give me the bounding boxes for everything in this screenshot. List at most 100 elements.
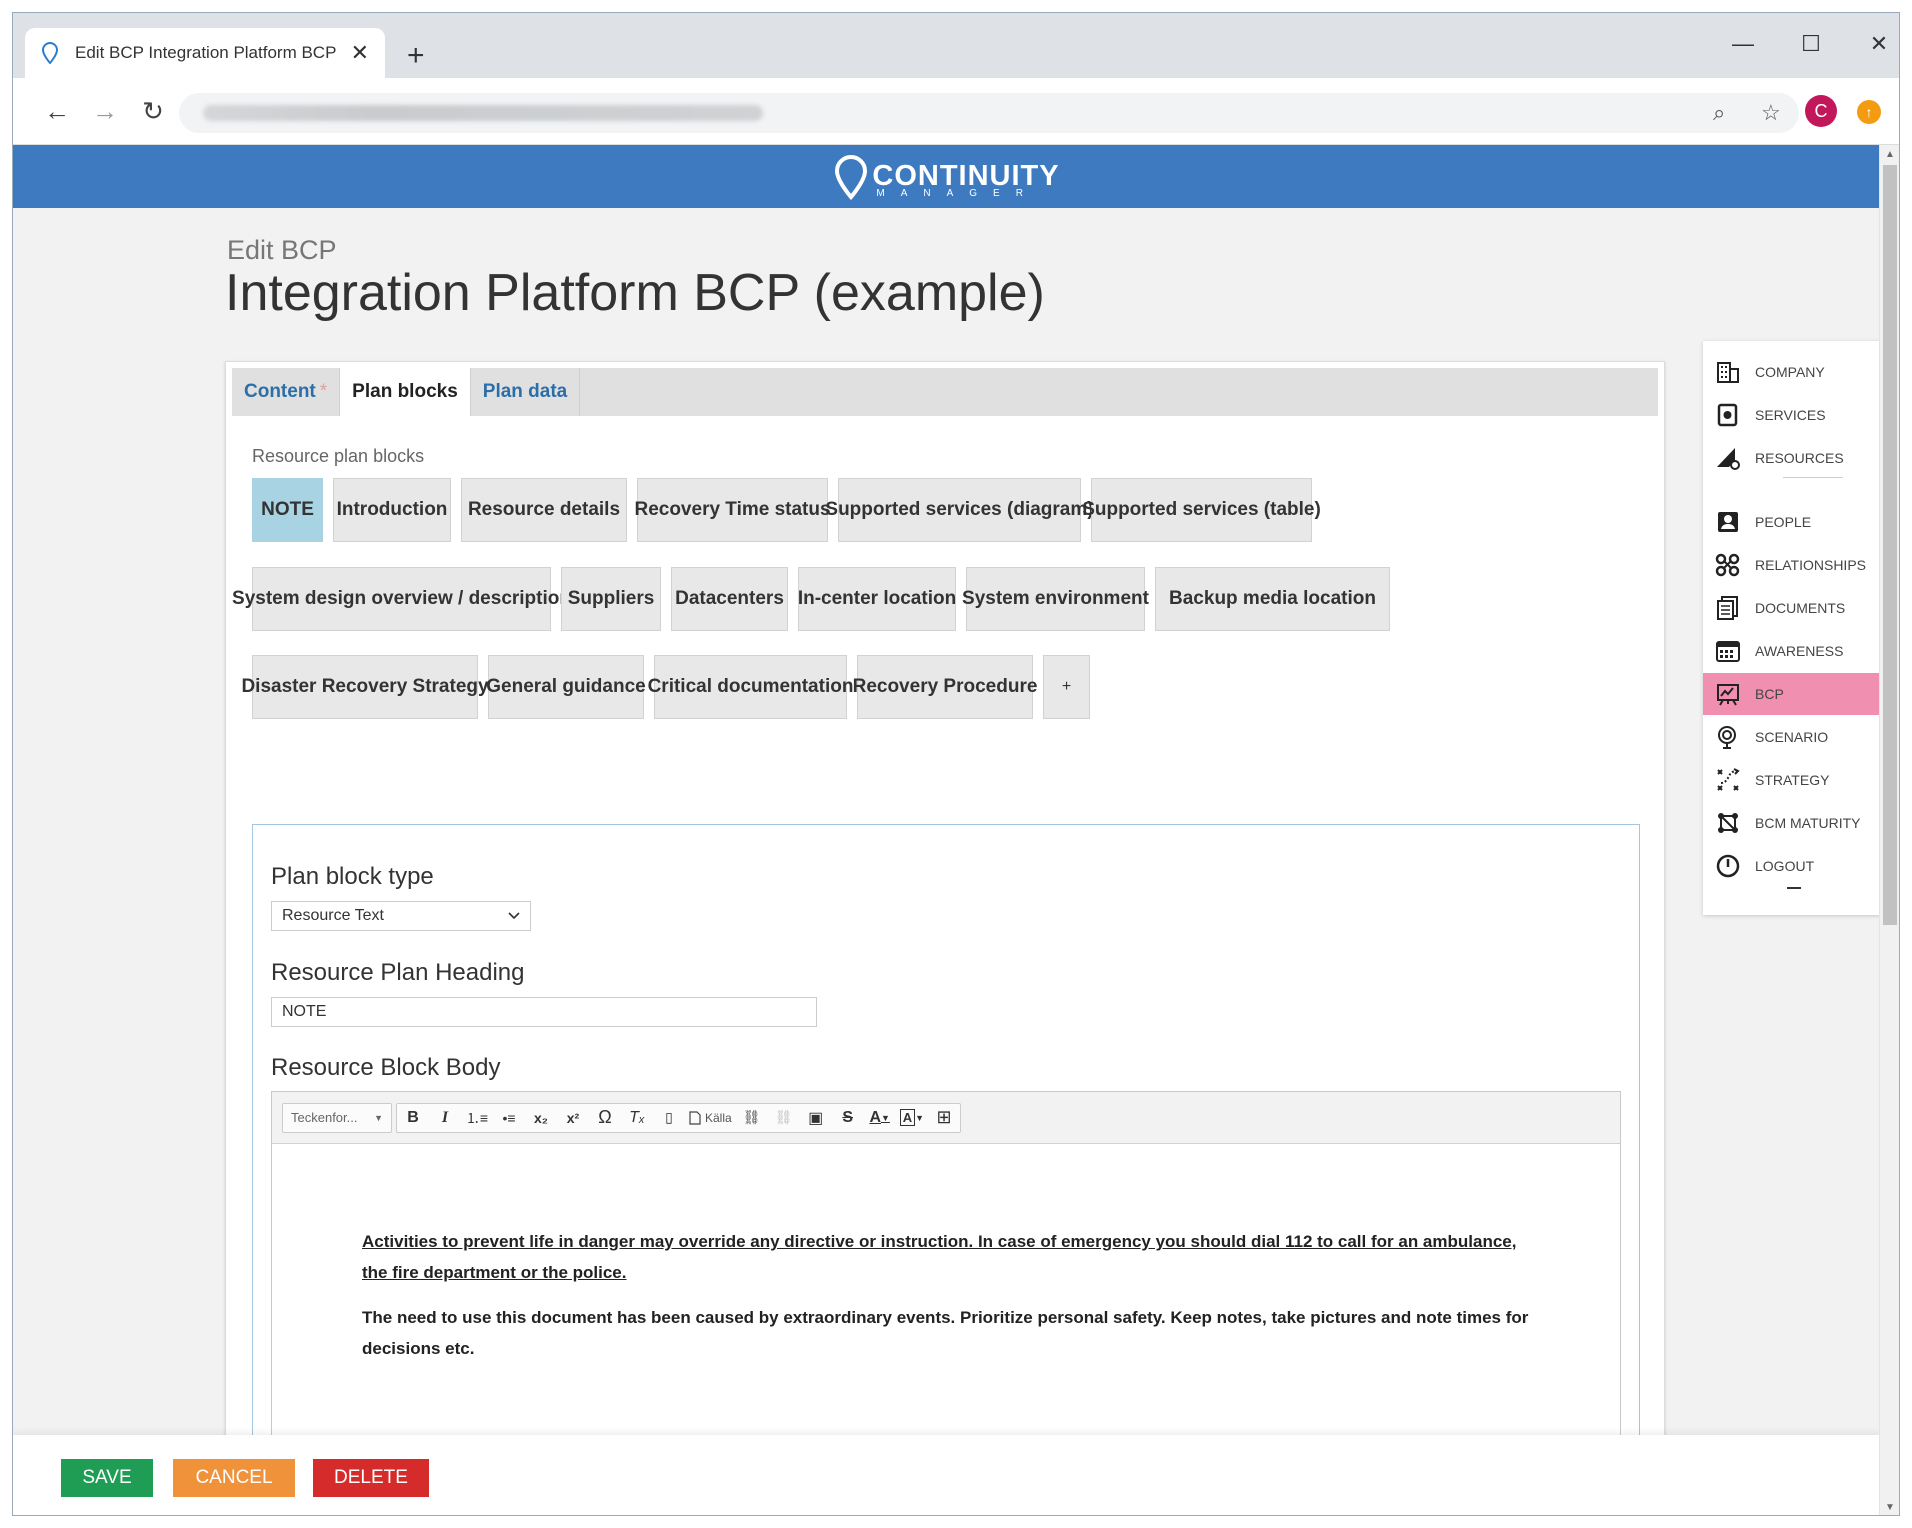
sidebar-item-logout[interactable]: LOGOUT xyxy=(1703,845,1881,887)
bookmark-star-icon[interactable]: ☆ xyxy=(1761,100,1781,126)
sidebar-item-label: COMPANY xyxy=(1755,364,1825,380)
save-button[interactable]: SAVE xyxy=(61,1459,153,1497)
sidebar-item-label: PEOPLE xyxy=(1755,514,1812,530)
plan-block-button[interactable]: Disaster Recovery Strategy xyxy=(241,655,489,719)
paste-text-icon[interactable]: ▯ xyxy=(653,1104,685,1132)
sidebar-item-resources[interactable]: RESOURCES xyxy=(1703,437,1881,479)
superscript-icon[interactable]: x² xyxy=(557,1104,589,1132)
sidebar-item-label: SCENARIO xyxy=(1755,729,1829,745)
sidebar-item-label: BCP xyxy=(1755,686,1784,702)
resource-plan-heading-label: Resource Plan Heading xyxy=(271,959,525,986)
plan-block-button[interactable]: Recovery Time status xyxy=(634,478,831,542)
forward-icon[interactable]: → xyxy=(89,98,121,124)
plan-block-button[interactable]: Suppliers xyxy=(561,567,661,631)
address-bar[interactable] xyxy=(179,93,1799,133)
sidebar-item-awareness[interactable]: AWARENESS xyxy=(1703,630,1881,672)
page-subtitle: Edit BCP xyxy=(227,235,337,265)
sidebar-item-strategy[interactable]: STRATEGY xyxy=(1703,759,1881,801)
plan-block-button[interactable]: NOTE xyxy=(252,478,323,542)
tab-plan-data[interactable]: Plan data xyxy=(471,368,581,416)
resource-block-body-label: Resource Block Body xyxy=(271,1054,501,1081)
table-icon[interactable]: ⊞ xyxy=(928,1104,960,1132)
source-button[interactable]: Källa xyxy=(685,1104,736,1132)
tab-plan-blocks-label: Plan blocks xyxy=(352,381,458,402)
extension-icon[interactable]: ↑ xyxy=(1857,100,1881,124)
new-tab-icon[interactable]: + xyxy=(407,41,425,71)
plan-block-button[interactable]: Recovery Procedure xyxy=(853,655,1037,719)
browser-tab[interactable]: Edit BCP Integration Platform BCP ✕ xyxy=(25,28,385,78)
nav-divider xyxy=(1783,477,1843,478)
remove-format-icon[interactable]: Tₓ xyxy=(621,1104,653,1132)
plan-block-button[interactable]: In-center location xyxy=(798,567,956,631)
sidebar-item-relationships[interactable]: RELATIONSHIPS xyxy=(1703,544,1881,586)
maximize-icon[interactable]: ☐ xyxy=(1791,31,1831,57)
numbered-list-icon[interactable]: ⒈≡ xyxy=(461,1104,493,1132)
profile-avatar[interactable]: C xyxy=(1805,95,1837,127)
plan-block-button[interactable]: Introduction xyxy=(333,478,451,542)
plan-block-button[interactable]: Backup media location xyxy=(1155,567,1390,631)
special-character-icon[interactable]: Ω xyxy=(589,1104,621,1132)
sidebar-item-label: RELATIONSHIPS xyxy=(1755,557,1866,573)
plan-block-editor: Plan block type Resource Text Resource P… xyxy=(252,824,1640,1515)
resource-plan-heading-input[interactable]: NOTE xyxy=(271,997,817,1027)
page-scrollbar[interactable]: ▲ ▼ xyxy=(1879,145,1899,1515)
sidebar-item-people[interactable]: PEOPLE xyxy=(1703,501,1881,543)
body-paragraph-1: Activities to prevent life in danger may… xyxy=(362,1232,1517,1282)
unlink-icon[interactable]: ⛓ xyxy=(768,1104,800,1132)
sidebar-item-bcm-maturity[interactable]: BCM MATURITY xyxy=(1703,802,1881,844)
sidebar-item-label: SERVICES xyxy=(1755,407,1826,423)
text-color-icon[interactable]: A ▼ xyxy=(864,1104,896,1132)
plan-block-type-select[interactable]: Resource Text xyxy=(271,901,531,931)
collapse-nav-icon[interactable] xyxy=(1787,887,1801,889)
plan-block-button[interactable]: System environment xyxy=(962,567,1149,631)
delete-button[interactable]: DELETE xyxy=(313,1459,429,1497)
reload-icon[interactable]: ↻ xyxy=(137,98,169,124)
tab-plan-blocks[interactable]: Plan blocks xyxy=(340,368,471,416)
strikethrough-icon[interactable]: S xyxy=(832,1104,864,1132)
sidebar-item-scenario[interactable]: SCENARIO xyxy=(1703,716,1881,758)
editor-toolbar: Teckenfor... ▼ B I ⒈≡ •≡ x₂ x² Ω Tₓ ▯ Kä… xyxy=(272,1092,1620,1144)
add-plan-block-button[interactable]: + xyxy=(1043,655,1090,719)
bcp-icon xyxy=(1717,684,1739,706)
close-window-icon[interactable]: ✕ xyxy=(1859,31,1899,57)
maturity-icon xyxy=(1718,813,1738,833)
person-icon xyxy=(1718,512,1738,532)
minimize-icon[interactable]: — xyxy=(1723,31,1763,57)
scroll-down-icon[interactable]: ▼ xyxy=(1880,1502,1899,1513)
scroll-up-icon[interactable]: ▲ xyxy=(1880,149,1899,160)
content-tabs: Content * Plan blocks Plan data xyxy=(232,368,1658,416)
subscript-icon[interactable]: x₂ xyxy=(525,1104,557,1132)
plan-block-button[interactable]: Datacenters xyxy=(671,567,788,631)
italic-icon[interactable]: I xyxy=(429,1104,461,1132)
plan-block-type-value: Resource Text xyxy=(282,907,384,924)
logo-pin-icon xyxy=(835,154,868,200)
browser-toolbar: ← → ↻ ⌕ ☆ C ↑ xyxy=(13,78,1899,145)
font-format-dropdown[interactable]: Teckenfor... ▼ xyxy=(283,1104,391,1132)
link-icon[interactable]: ⛓ xyxy=(736,1104,768,1132)
sidebar-item-company[interactable]: COMPANY xyxy=(1703,351,1881,393)
bulleted-list-icon[interactable]: •≡ xyxy=(493,1104,525,1132)
scrollbar-thumb[interactable] xyxy=(1883,165,1897,925)
plan-block-button[interactable]: System design overview / description xyxy=(232,567,571,631)
cancel-button[interactable]: CANCEL xyxy=(173,1459,295,1497)
sidebar-item-services[interactable]: SERVICES xyxy=(1703,394,1881,436)
image-icon[interactable]: ▣ xyxy=(800,1104,832,1132)
app-viewport: CONTINUITY MANAGER Edit BCP Integration … xyxy=(13,145,1881,1515)
sidebar-item-bcp[interactable]: BCP xyxy=(1703,673,1881,715)
sidebar-item-documents[interactable]: DOCUMENTS xyxy=(1703,587,1881,629)
tab-content[interactable]: Content * xyxy=(232,368,341,416)
bold-icon[interactable]: B xyxy=(397,1104,429,1132)
browser-window: Edit BCP Integration Platform BCP ✕ + — … xyxy=(12,12,1900,1516)
continuity-manager-logo[interactable]: CONTINUITY MANAGER xyxy=(834,154,1059,200)
sidebar-item-label: DOCUMENTS xyxy=(1755,600,1846,616)
plan-block-button[interactable]: Supported services (table) xyxy=(1082,478,1321,542)
plan-block-button[interactable]: Critical documentation xyxy=(648,655,853,719)
editor-content[interactable]: Activities to prevent life in danger may… xyxy=(272,1144,1620,1364)
close-tab-icon[interactable]: ✕ xyxy=(351,40,369,66)
plan-block-button[interactable]: General guidance xyxy=(486,655,646,719)
plan-block-button[interactable]: Resource details xyxy=(461,478,627,542)
back-icon[interactable]: ← xyxy=(41,98,73,124)
background-color-icon[interactable]: A ▼ xyxy=(896,1104,928,1132)
plan-block-button[interactable]: Supported services (diagram) xyxy=(825,478,1094,542)
zoom-icon[interactable]: ⌕ xyxy=(1713,100,1725,126)
